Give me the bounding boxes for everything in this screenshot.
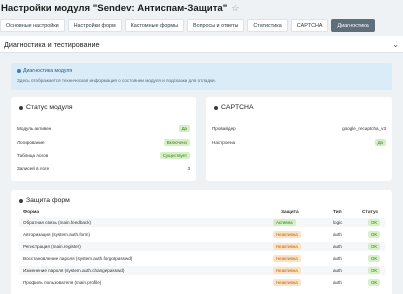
status-row-label: Таблица логов	[17, 153, 49, 158]
column-header-status: Статус	[362, 210, 379, 215]
column-header-form: Форма	[23, 210, 40, 215]
star-icon[interactable]: ☆	[231, 3, 239, 14]
form-name: Авторизация (system.auth.form)	[23, 232, 91, 237]
status-row: Таблица логов Существует	[17, 151, 190, 160]
captcha-row-label: Настроена	[212, 140, 236, 145]
chevron-down-icon[interactable]: ⌄	[392, 40, 399, 49]
status-row: Логирование Включено	[17, 138, 190, 147]
forms-card: Защита форм Форма Защита Тип Статус Обра…	[11, 190, 392, 294]
title-bar: Настройки модуля "Sendev: Антиспам-Защит…	[0, 0, 403, 16]
status-value: 3	[187, 166, 190, 171]
form-type: auth	[333, 232, 342, 237]
tab-captcha[interactable]: CAPTCHA	[290, 19, 329, 32]
form-name: Обратная связь (main.feedback)	[23, 220, 92, 225]
forms-card-title: Защита форм	[26, 197, 70, 204]
form-type: auth	[333, 280, 342, 285]
captcha-badge: Да	[374, 139, 386, 146]
status-card: Статус модуля Модуль активен Да Логирова…	[11, 97, 196, 181]
status-card-header: Статус модуля	[19, 104, 73, 111]
form-type: auth	[333, 256, 342, 261]
tab-bar: Основные настройки Настройки форм Кастом…	[0, 19, 375, 32]
table-row: Регистрация (main.register) Неактивна au…	[19, 242, 385, 251]
table-row: Восстановление пароля (system.auth.forgo…	[19, 254, 385, 263]
status-row-label: Модуль активен	[17, 126, 52, 131]
forms-card-header: Защита форм	[19, 197, 70, 204]
status-card-title: Статус модуля	[26, 104, 73, 111]
captcha-icon	[214, 105, 218, 110]
form-status-badge: OK	[368, 267, 381, 274]
captcha-value: google_recaptcha_v3	[342, 126, 386, 131]
tab-main-settings[interactable]: Основные настройки	[0, 19, 65, 32]
captcha-row: Провайдер google_recaptcha_v3	[212, 124, 386, 133]
table-row: Изменение пароля (system.auth.changepass…	[19, 266, 385, 275]
status-badge: Существует	[159, 152, 190, 159]
table-row: Авторизация (system.auth.form) Неактивна…	[19, 230, 385, 239]
page-title: Настройки модуля "Sendev: Антиспам-Защит…	[1, 2, 228, 14]
table-row: Профиль пользователя (main.profile) Неак…	[19, 278, 385, 287]
form-status-badge: OK	[368, 279, 381, 286]
captcha-card-title: CAPTCHA	[221, 104, 254, 111]
form-name: Регистрация (main.register)	[23, 244, 81, 249]
tab-custom-forms[interactable]: Кастомные формы	[124, 19, 184, 32]
column-header-protection: Защита	[281, 210, 299, 215]
info-banner: Диагностика модуля Здесь отображается те…	[11, 63, 392, 90]
tab-form-settings[interactable]: Настройки форм	[67, 19, 122, 32]
captcha-row-label: Провайдер	[212, 126, 236, 131]
forms-icon	[19, 198, 23, 203]
captcha-row: Настроена Да	[212, 138, 386, 147]
form-type: auth	[333, 268, 342, 273]
protection-badge: Активна	[273, 219, 296, 226]
section-title: Диагностика и тестирование	[4, 39, 100, 49]
table-header: Форма Защита Тип Статус	[19, 208, 385, 217]
status-row-label: Записей в логе	[17, 166, 50, 171]
tab-statistics[interactable]: Статистика	[247, 19, 288, 32]
form-status-badge: OK	[368, 255, 381, 262]
form-type: auth	[333, 244, 342, 249]
protection-badge: Неактивна	[273, 279, 301, 286]
content-area: Диагностика модуля Здесь отображается те…	[0, 53, 403, 294]
tab-questions[interactable]: Вопросы и ответы	[186, 19, 245, 32]
form-status-badge: OK	[368, 219, 381, 226]
protection-badge: Неактивна	[273, 243, 301, 250]
status-badge: Включено	[163, 139, 190, 146]
status-row: Записей в логе 3	[17, 164, 190, 173]
protection-badge: Неактивна	[273, 267, 301, 274]
section-header[interactable]: Диагностика и тестирование ⌄	[0, 36, 403, 53]
tab-diagnostics[interactable]: Диагностика	[331, 19, 375, 32]
form-status-badge: OK	[368, 231, 381, 238]
info-title: Диагностика модуля	[17, 68, 72, 74]
captcha-card-header: CAPTCHA	[214, 104, 253, 111]
status-icon	[19, 105, 23, 110]
form-status-badge: OK	[368, 243, 381, 250]
info-icon	[17, 69, 21, 73]
column-header-type: Тип	[333, 210, 342, 215]
form-name: Восстановление пароля (system.auth.forgo…	[23, 256, 133, 261]
status-row-label: Логирование	[17, 140, 45, 145]
form-type: logic	[333, 220, 343, 225]
protection-badge: Неактивна	[273, 255, 301, 262]
info-title-text: Диагностика модуля	[23, 68, 73, 74]
status-row: Модуль активен Да	[17, 124, 190, 133]
status-badge: Да	[178, 125, 190, 132]
captcha-card: CAPTCHA Провайдер google_recaptcha_v3 На…	[206, 97, 392, 181]
form-name: Изменение пароля (system.auth.changepass…	[23, 268, 125, 273]
table-row: Обратная связь (main.feedback) Активна l…	[19, 218, 385, 227]
form-name: Профиль пользователя (main.profile)	[23, 280, 102, 285]
protection-badge: Неактивна	[273, 231, 301, 238]
info-text: Здесь отображается техническая информаци…	[17, 78, 216, 83]
